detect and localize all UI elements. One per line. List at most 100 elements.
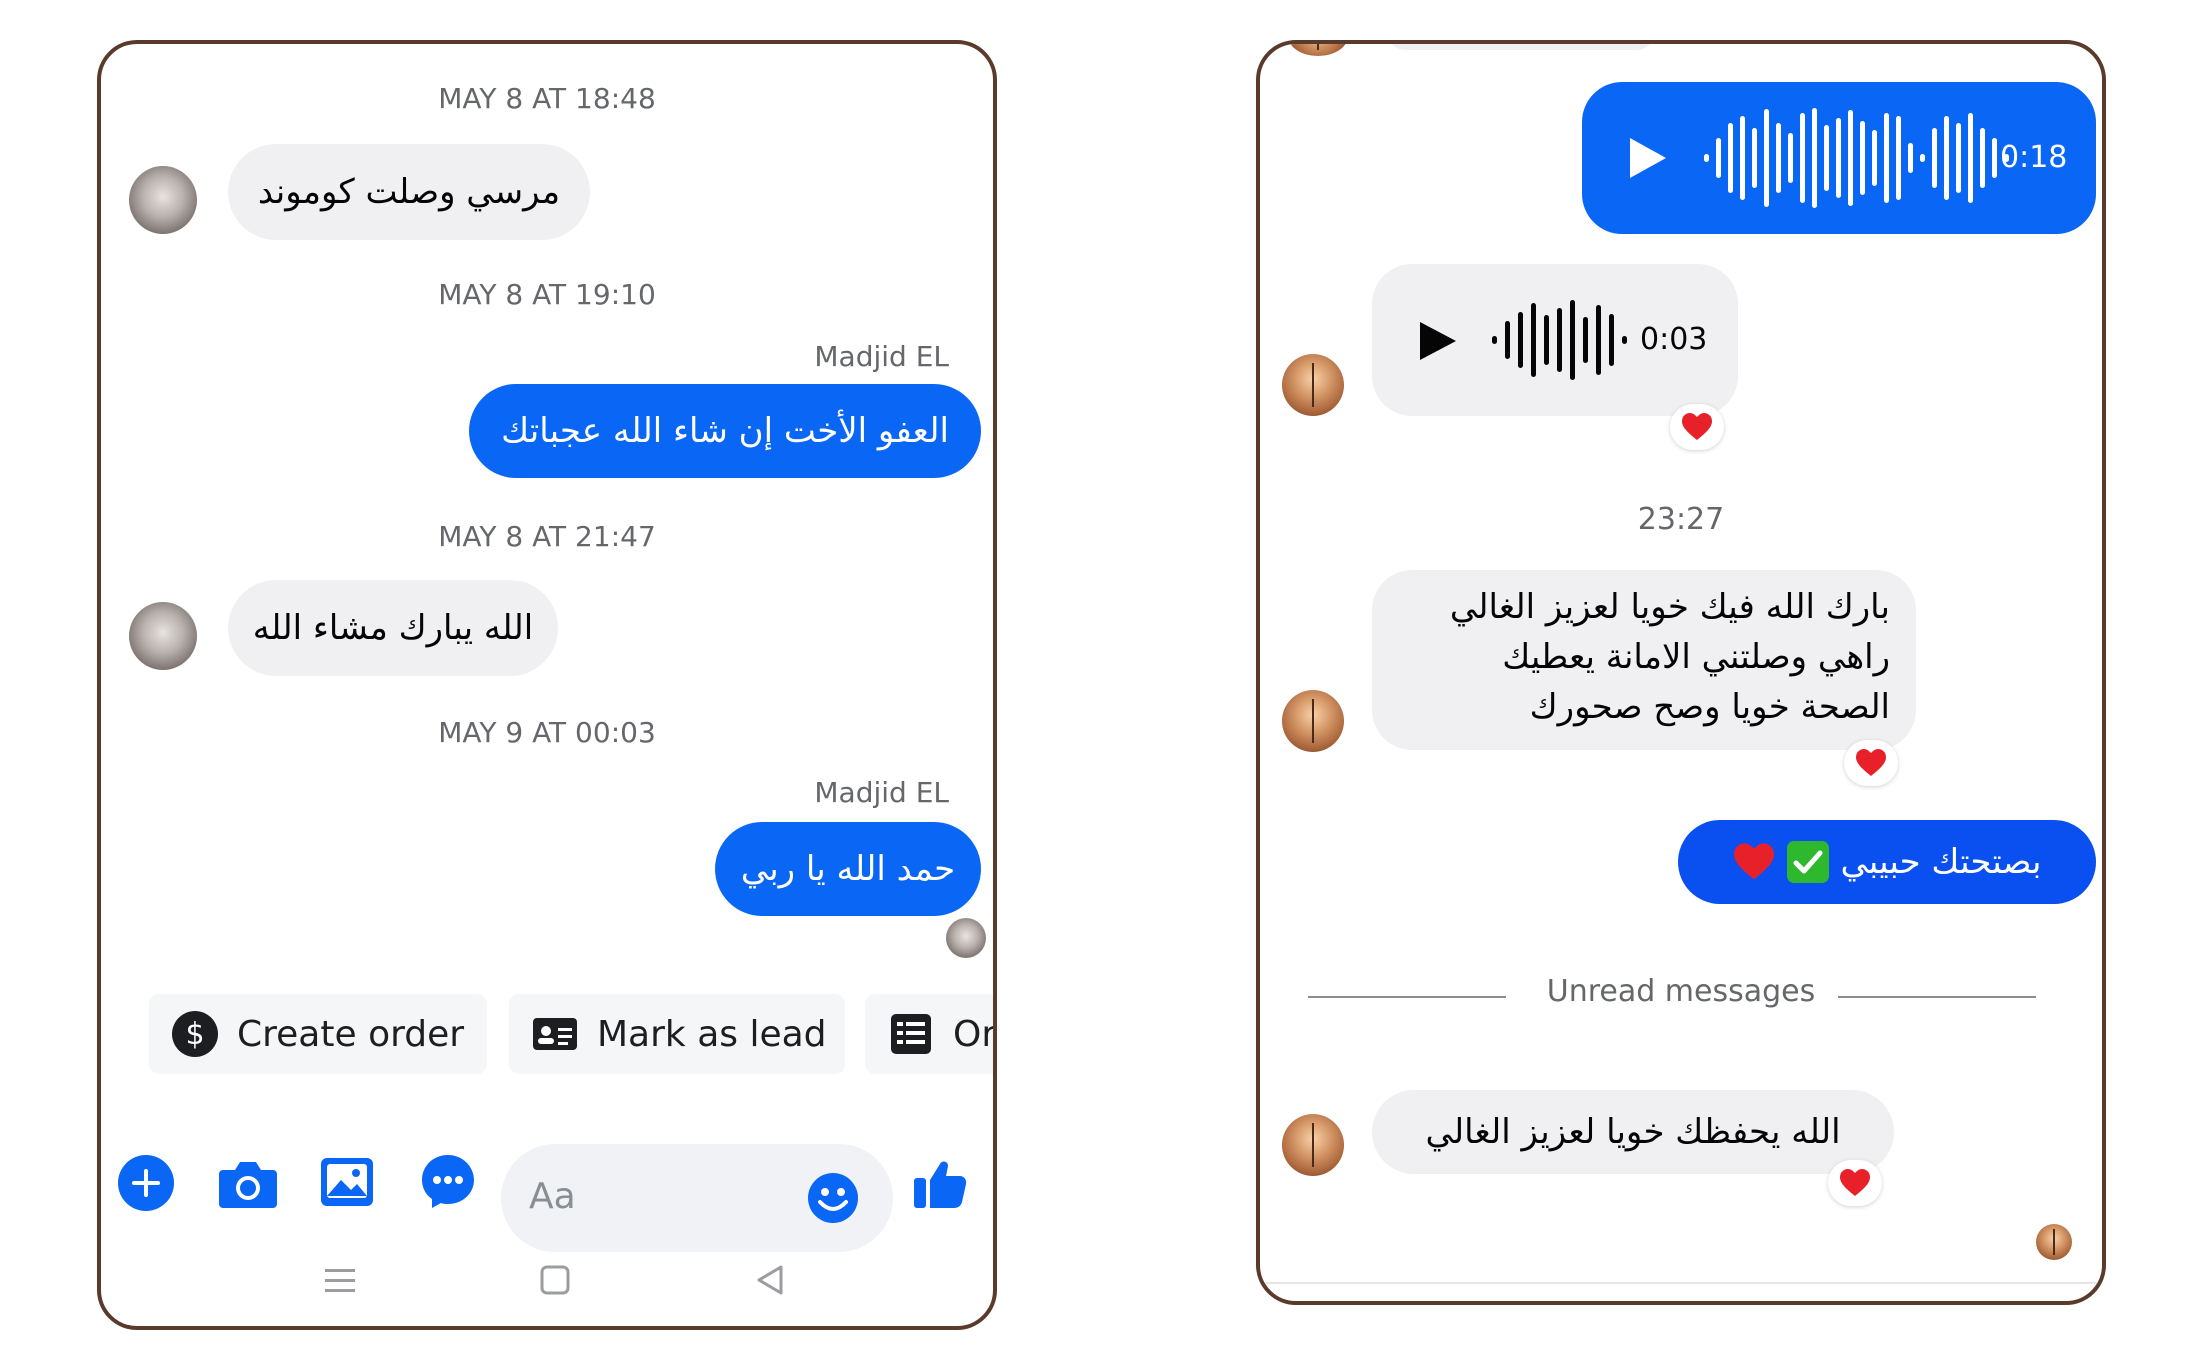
reaction-badge[interactable] [1828, 1160, 1882, 1206]
waveform-bar [1800, 113, 1805, 203]
waveform-bar [1704, 154, 1709, 162]
waveform-bar [1920, 154, 1925, 162]
reaction-badge[interactable] [1844, 740, 1898, 786]
camera-icon[interactable] [217, 1156, 279, 1212]
heart-icon [1840, 1169, 1870, 1196]
play-icon[interactable] [1626, 134, 1670, 182]
timestamp: MAY 9 AT 00:03 [438, 716, 656, 749]
check-mark-icon [1787, 841, 1830, 883]
create-order-button[interactable]: $ Create order [149, 994, 487, 1074]
chat-panel-left: MAY 8 AT 18:48 مرسي وصلت كوموند MAY 8 AT… [97, 40, 997, 1330]
message-text: مرسي وصلت كوموند [257, 172, 561, 212]
previous-message-bubble [1386, 44, 1656, 50]
waveform-bar [1531, 303, 1536, 377]
image-icon[interactable] [319, 1156, 375, 1208]
messenger-icon[interactable] [419, 1152, 477, 1210]
waveform-bar [1908, 143, 1913, 173]
avatar[interactable] [1282, 1114, 1344, 1176]
home-nav-icon[interactable] [539, 1264, 571, 1296]
emoji-icon[interactable] [807, 1172, 859, 1224]
play-icon[interactable] [1416, 318, 1460, 364]
waveform-bar [1622, 336, 1627, 344]
svg-text:$: $ [185, 1017, 204, 1052]
timestamp: 23:27 [1637, 502, 1725, 537]
menu-nav-icon[interactable] [323, 1266, 357, 1296]
waveform-bar [1752, 128, 1757, 188]
read-receipt-avatar [946, 918, 986, 958]
voice-duration: 0:18 [2000, 140, 2068, 175]
heart-icon [1682, 413, 1712, 440]
message-text: حمد الله يا ربي [740, 849, 956, 889]
message-bubble-outgoing[interactable]: حمد الله يا ربي [715, 822, 981, 916]
waveform-bar [1728, 123, 1733, 193]
waveform-bar [1596, 305, 1601, 375]
reaction-badge[interactable] [1670, 404, 1724, 450]
waveform-bar [1812, 108, 1817, 208]
message-bubble-incoming[interactable]: بارك الله فيك خويا لعزيز الغالي راهي وصل… [1372, 570, 1916, 750]
voice-waveform [1704, 108, 2016, 208]
waveform-bar [1716, 138, 1721, 178]
voice-message-outgoing[interactable]: 0:18 [1582, 82, 2096, 234]
message-bubble-outgoing[interactable]: بصتحتك حبيبي [1678, 820, 2096, 904]
id-card-icon [533, 1018, 577, 1050]
avatar[interactable] [129, 166, 197, 234]
divider [1260, 1282, 2102, 1284]
message-input-placeholder: Aa [529, 1176, 576, 1217]
sender-name: Madjid EL [814, 340, 949, 373]
avatar [1288, 44, 1348, 56]
message-text: العفو الأخت إن شاء الله عجباتك [501, 411, 949, 451]
waveform-bar [1609, 314, 1614, 366]
message-text: الله يبارك مشاء الله [252, 608, 534, 648]
message-bubble-incoming[interactable]: الله يبارك مشاء الله [228, 580, 558, 676]
message-bubble-incoming[interactable]: الله يحفظك خويا لعزيز الغالي [1372, 1090, 1894, 1174]
waveform-bar [1848, 110, 1853, 206]
list-icon [891, 1014, 931, 1054]
order-button[interactable]: Or [865, 994, 997, 1074]
waveform-bar [1968, 113, 1973, 203]
heart-icon [1856, 749, 1886, 776]
message-line: بارك الله فيك خويا لعزيز الغالي [1449, 587, 1890, 627]
waveform-bar [1860, 121, 1865, 195]
waveform-bar [1872, 130, 1877, 186]
read-receipt-avatar [2036, 1224, 2072, 1260]
avatar[interactable] [1282, 690, 1344, 752]
waveform-bar [1518, 312, 1523, 368]
voice-waveform [1492, 300, 1635, 380]
waveform-bar [1570, 300, 1575, 380]
waveform-bar [1776, 123, 1781, 193]
message-line: راهي وصلتني الامانة يعطيك [1502, 637, 1890, 677]
mark-as-lead-button[interactable]: Mark as lead [509, 994, 845, 1074]
avatar[interactable] [1282, 354, 1344, 416]
unread-messages-label: Unread messages [1546, 974, 1816, 1009]
order-label: Or [953, 1013, 997, 1055]
waveform-bar [1764, 109, 1769, 207]
thumbs-up-icon[interactable] [911, 1152, 971, 1212]
waveform-bar [1583, 317, 1588, 363]
waveform-bar [1740, 116, 1745, 200]
message-text: الله يحفظك خويا لعزيز الغالي [1425, 1112, 1841, 1152]
avatar[interactable] [129, 602, 197, 670]
message-input[interactable]: Aa [501, 1144, 893, 1252]
waveform-bar [1788, 133, 1793, 183]
chat-panel-right: 0:18 0:03 23:27 بارك الله فيك خويا لعزيز… [1256, 40, 2106, 1305]
waveform-bar [1944, 116, 1949, 200]
waveform-bar [1492, 336, 1497, 344]
back-nav-icon[interactable] [755, 1264, 785, 1296]
waveform-bar [1992, 138, 1997, 178]
waveform-bar [1896, 116, 1901, 200]
waveform-bar [1505, 321, 1510, 359]
heart-icon [1734, 843, 1775, 880]
timestamp: MAY 8 AT 18:48 [438, 82, 656, 115]
waveform-bar [1557, 308, 1562, 372]
message-text: بصتحتك حبيبي [1840, 842, 2042, 882]
waveform-bar [1932, 128, 1937, 188]
plus-icon[interactable] [117, 1154, 175, 1212]
waveform-bar [1956, 123, 1961, 193]
waveform-bar [1544, 315, 1549, 365]
voice-message-incoming[interactable]: 0:03 [1372, 264, 1738, 416]
message-bubble-outgoing[interactable]: العفو الأخت إن شاء الله عجباتك [469, 384, 981, 478]
message-bubble-incoming[interactable]: مرسي وصلت كوموند [228, 144, 590, 240]
dollar-icon: $ [172, 1011, 218, 1057]
waveform-bar [1884, 113, 1889, 203]
divider [1838, 996, 2036, 998]
